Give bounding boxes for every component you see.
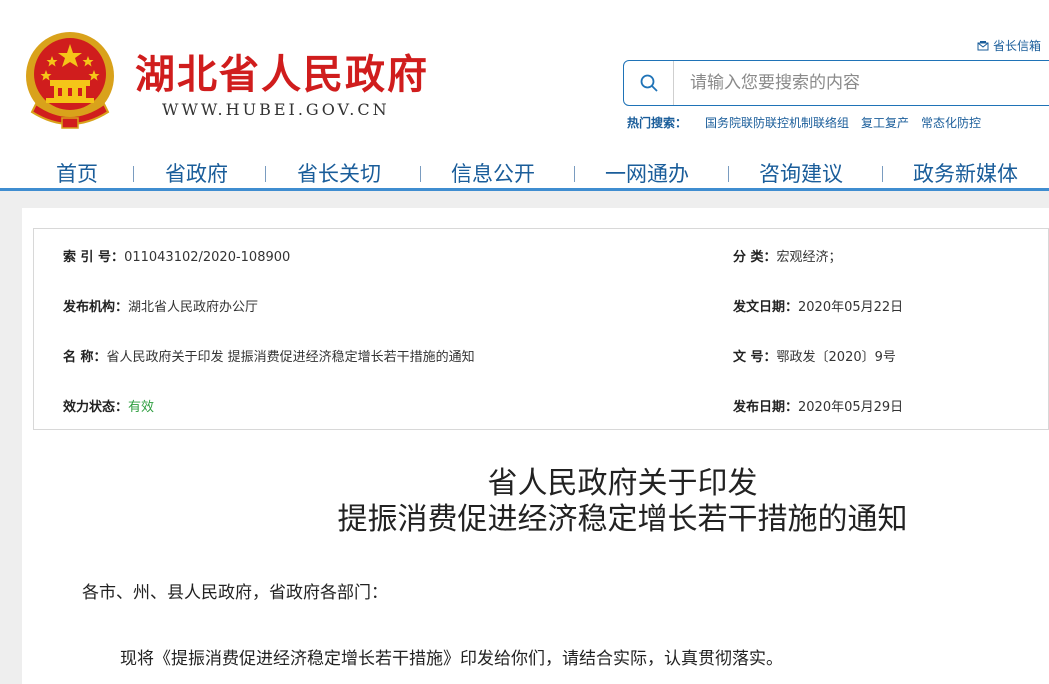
meta-value: 鄂政发〔2020〕9号 (776, 350, 896, 365)
document-salutation: 各市、州、县人民政府，省政府各部门： (82, 583, 388, 603)
meta-key: 发文日期： (733, 300, 799, 315)
hot-search-link[interactable]: 国务院联防联控机制联络组 (705, 114, 849, 131)
site-header: 湖北省人民政府 WWW.HUBEI.GOV.CN 省长信箱 热门搜索： 国务院联… (0, 0, 1049, 150)
mailbox-label: 省长信箱 (992, 39, 1041, 53)
meta-issue-date: 发文日期：2020年05月22日 (733, 296, 903, 315)
meta-key: 名 称： (63, 350, 107, 365)
meta-value: 011043102/2020-108900 (124, 250, 291, 265)
nav-item-home[interactable]: 首页 (56, 158, 98, 188)
meta-value: 省人民政府关于印发 提振消费促进经济稳定增长若干措施的通知 (106, 350, 475, 365)
meta-value: 2020年05月22日 (798, 300, 904, 315)
nav-separator (728, 166, 729, 182)
hot-search-label: 热门搜索： (627, 116, 688, 130)
meta-document-name: 名 称：省人民政府关于印发 提振消费促进经济稳定增长若干措施的通知 (63, 346, 475, 365)
nav-separator (420, 166, 421, 182)
meta-key: 分 类： (733, 250, 777, 265)
document-title-line2: 提振消费促进经济稳定增长若干措施的通知 (337, 502, 908, 537)
governor-mailbox-link[interactable]: 省长信箱 (977, 37, 1041, 54)
hot-search: 热门搜索： 国务院联防联控机制联络组 复工复产 常态化防控 (627, 114, 993, 131)
meta-category: 分 类：宏观经济； (733, 246, 842, 265)
hot-search-link[interactable]: 常态化防控 (921, 114, 981, 131)
meta-key: 效力状态： (63, 400, 129, 415)
meta-index-number: 索 引 号：011043102/2020-108900 (63, 246, 290, 265)
meta-publisher: 发布机构：湖北省人民政府办公厅 (63, 296, 258, 315)
meta-publish-date: 发布日期：2020年05月29日 (733, 396, 903, 415)
search-button[interactable] (624, 61, 674, 105)
nav-item-consultation[interactable]: 咨询建议 (759, 158, 843, 188)
nav-item-online-services[interactable]: 一网通办 (605, 158, 689, 188)
nav-separator (265, 166, 266, 182)
search-box (623, 60, 1049, 106)
hot-search-link[interactable]: 复工复产 (861, 114, 909, 131)
meta-key: 索 引 号： (63, 250, 125, 265)
meta-key: 发布机构： (63, 300, 129, 315)
nav-item-new-media[interactable]: 政务新媒体 (913, 158, 1018, 188)
meta-key: 发布日期： (733, 400, 799, 415)
meta-key: 文 号： (733, 350, 777, 365)
nav-item-info-disclosure[interactable]: 信息公开 (451, 158, 535, 188)
meta-value: 2020年05月29日 (798, 400, 904, 415)
search-icon (640, 74, 658, 92)
nav-separator (133, 166, 134, 182)
national-emblem-icon (26, 32, 114, 129)
mailbox-icon (977, 40, 989, 50)
nav-item-governor-concerns[interactable]: 省长关切 (297, 158, 381, 188)
meta-value: 湖北省人民政府办公厅 (128, 300, 259, 315)
main-nav: 首页 省政府 省长关切 信息公开 一网通办 咨询建议 政务新媒体 (0, 152, 1049, 192)
document-paragraph: 现将《提振消费促进经济稳定增长若干措施》印发给你们，请结合实际，认真贯彻落实。 (120, 649, 783, 669)
site-title[interactable]: 湖北省人民政府 (135, 42, 429, 100)
status-badge: 有效 (128, 400, 155, 415)
site-url: WWW.HUBEI.GOV.CN (162, 100, 390, 119)
meta-document-number: 文 号：鄂政发〔2020〕9号 (733, 346, 896, 365)
nav-separator (574, 166, 575, 182)
nav-separator (882, 166, 883, 182)
meta-status: 效力状态：有效 (63, 396, 154, 415)
nav-item-government[interactable]: 省政府 (165, 158, 228, 188)
meta-value: 宏观经济； (776, 250, 842, 265)
search-input[interactable] (674, 63, 1044, 103)
